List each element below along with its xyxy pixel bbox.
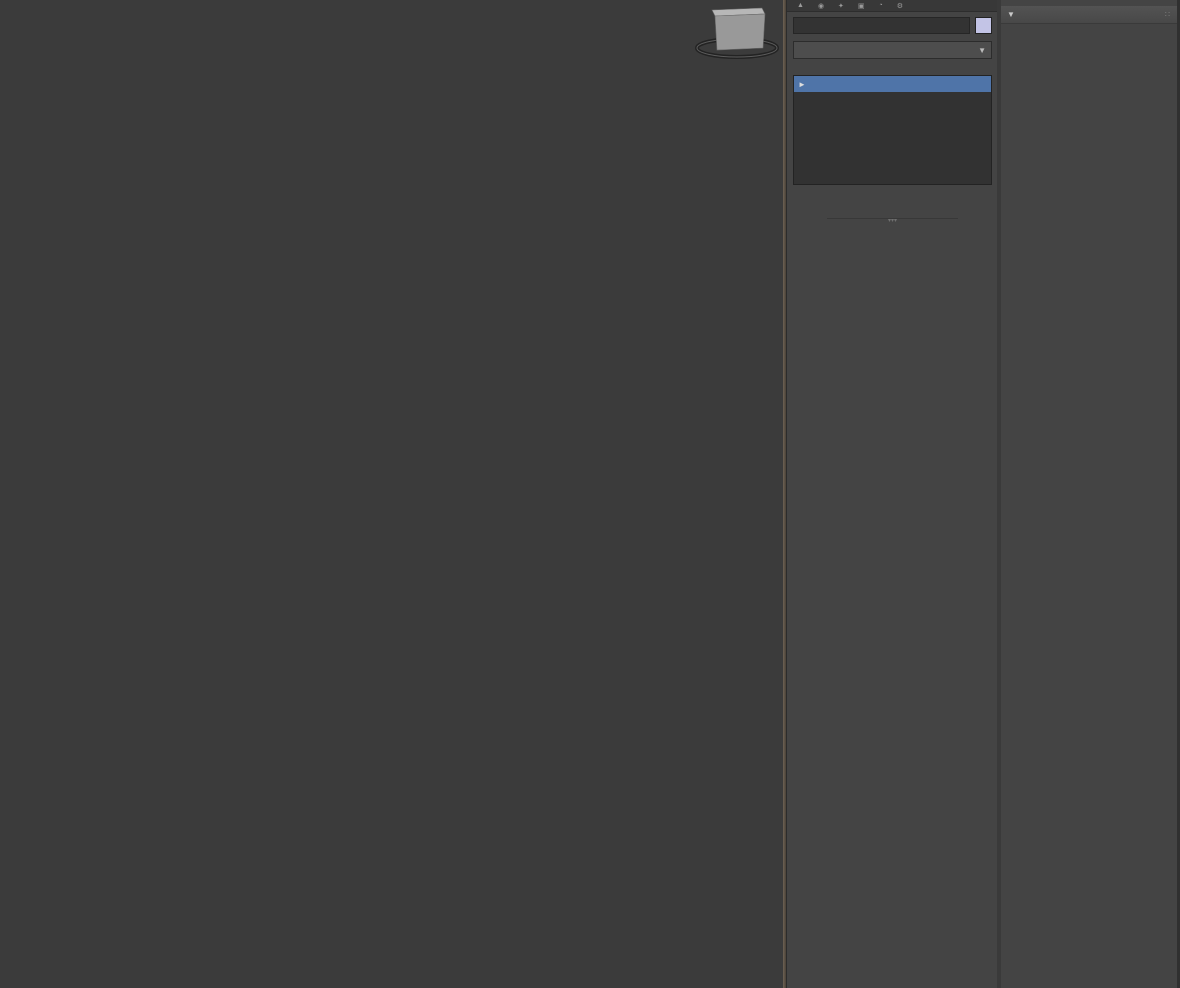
stack-toolbar: [797, 191, 988, 213]
panel-resize-grip[interactable]: ▾▾▾: [827, 218, 958, 225]
viewport-canvas: [0, 0, 783, 988]
stack-item-editable-spline[interactable]: ►: [794, 76, 991, 92]
object-name-input[interactable]: [793, 17, 970, 34]
modifier-list-dropdown[interactable]: ▼: [793, 41, 992, 59]
3dsmax-window: ▲◉✦▣◔⚙ ▼ ► ▾▾▾ ▼ ∷: [0, 0, 1180, 988]
command-panel-tabs[interactable]: ▲◉✦▣◔⚙: [787, 0, 998, 12]
command-panel: ▲◉✦▣◔⚙ ▼ ► ▾▾▾: [786, 0, 998, 988]
rollout-collapse-icon[interactable]: ▼: [1007, 10, 1015, 19]
object-color-swatch[interactable]: [975, 17, 992, 34]
geometry-panel: ▼ ∷: [1001, 0, 1177, 988]
viewcube[interactable]: [695, 4, 779, 62]
chevron-down-icon: ▼: [978, 46, 986, 55]
rollout-drag-dots: ∷: [1165, 10, 1171, 19]
expand-arrow-icon[interactable]: ►: [798, 80, 806, 89]
viewport[interactable]: [0, 0, 783, 988]
rollout-header-geometry[interactable]: ▼ ∷: [1001, 6, 1177, 24]
modifier-stack[interactable]: ►: [793, 75, 992, 185]
